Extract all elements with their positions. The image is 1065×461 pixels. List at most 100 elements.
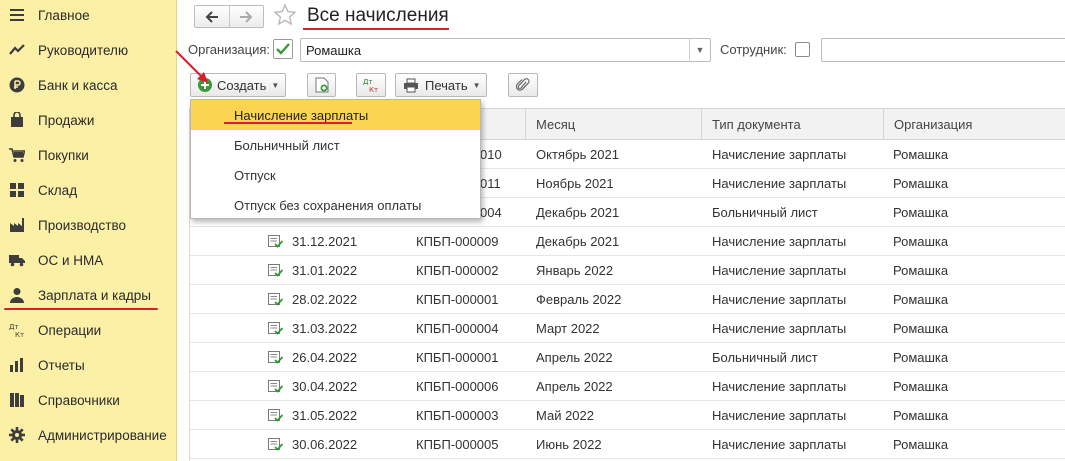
sidebar-item-references[interactable]: Справочники (0, 385, 177, 415)
attach-button[interactable] (508, 73, 538, 97)
sidebar-item-payroll[interactable]: Зарплата и кадры (0, 280, 177, 310)
back-button[interactable] (195, 6, 229, 27)
sidebar-item-label: Руководителю (38, 42, 129, 58)
table-row[interactable]: 30.06.2022 КПБП-000005 Июнь 2022 Начисление… (190, 430, 1065, 459)
annotation-underline (303, 28, 449, 30)
sidebar-item-manager[interactable]: Руководителю (0, 35, 177, 65)
forward-button[interactable] (228, 6, 264, 27)
new-document-icon (315, 77, 328, 93)
cell-doc-type: Начисление зарплаты (712, 147, 847, 162)
column-header-doc-type[interactable]: Тип документа (701, 109, 883, 140)
cell-organization: Ромашка (893, 379, 949, 394)
sidebar-item-label: Покупки (38, 147, 89, 163)
chevron-down-icon: ▼ (271, 80, 280, 90)
create-based-on-button[interactable] (307, 73, 336, 97)
column-header-organization[interactable]: Организация (883, 109, 1065, 140)
chevron-down-icon[interactable]: ▼ (689, 39, 710, 61)
sidebar-item-operations[interactable]: Дт Кт Операции (0, 315, 177, 345)
sidebar-item-warehouse[interactable]: Склад (0, 175, 177, 205)
menu-icon (10, 9, 24, 21)
cell-month: Февраль 2022 (536, 292, 622, 307)
gear-icon (9, 427, 25, 443)
sidebar-item-main[interactable]: Главное (0, 0, 177, 30)
cell-month: Июнь 2022 (536, 437, 602, 452)
sidebar-item-sales[interactable]: Продажи (0, 105, 177, 135)
table-row[interactable]: 31.05.2022 КПБП-000003 Май 2022 Начисление … (190, 401, 1065, 430)
cell-number: 004 (480, 205, 502, 220)
menu-item-vacation[interactable]: Отпуск (191, 160, 480, 190)
cell-doc-type: Начисление зарплаты (712, 408, 847, 423)
employee-label: Сотрудник: (720, 42, 787, 57)
sidebar-item-label: Операции (38, 322, 102, 338)
table-row[interactable]: 28.02.2022 КПБП-000001 Февраль 2022 Начисле… (190, 285, 1065, 314)
cell-doc-type: Начисление зарплаты (712, 437, 847, 452)
menu-item-payroll[interactable]: Начисление зарплаты (191, 100, 480, 130)
cell-number: КПБП-000006 (416, 379, 499, 394)
sidebar-item-purchases[interactable]: Покупки (0, 140, 177, 170)
cell-date: 31.03.2022 (292, 321, 358, 336)
postings-button[interactable]: Дт Кт (356, 73, 386, 97)
cell-month: Май 2022 (536, 408, 594, 423)
table-row[interactable]: 30.04.2022 КПБП-000006 Апрель 2022 Начислен… (190, 372, 1065, 401)
cell-doc-type: Начисление зарплаты (712, 263, 847, 278)
organization-field[interactable]: Ромашка ▼ (300, 38, 711, 62)
sidebar-item-fixed-assets[interactable]: ОС и НМА (0, 245, 177, 275)
column-header-month[interactable]: Месяц (525, 109, 701, 140)
cell-organization: Ромашка (893, 176, 949, 191)
cell-month: Январь 2022 (536, 263, 614, 278)
table-row[interactable]: 31.01.2022 КПБП-000002 Январь 2022 Начислен… (190, 256, 1065, 285)
document-posted-icon (268, 235, 283, 248)
sidebar-item-label: ОС и НМА (38, 252, 104, 268)
cell-doc-type: Начисление зарплаты (712, 292, 847, 307)
trend-icon (9, 44, 25, 55)
sidebar-item-production[interactable]: Производство (0, 210, 177, 240)
cell-month: Ноябрь 2021 (536, 176, 614, 191)
table-row[interactable]: 26.04.2022 КПБП-000001 Апрель 2022 Больничн… (190, 343, 1065, 372)
menu-item-unpaid-leave[interactable]: Отпуск без сохранения оплаты (191, 190, 480, 220)
create-button[interactable]: Создать ▼ (190, 73, 286, 97)
cell-date: 30.04.2022 (292, 379, 358, 394)
sidebar-item-admin[interactable]: Администрирование (0, 420, 177, 450)
employee-field[interactable] (821, 38, 1065, 62)
document-posted-icon (268, 438, 283, 451)
printer-icon (404, 78, 418, 92)
chevron-down-icon: ▼ (472, 80, 481, 90)
cell-month: Декабрь 2021 (536, 205, 620, 220)
cell-organization: Ромашка (893, 147, 949, 162)
page-title: Все начисления (307, 5, 449, 26)
factory-icon (10, 218, 24, 232)
table-row[interactable]: 31.12.2021 КПБП-000009 Декабрь 2021 Начисле… (190, 227, 1065, 256)
organization-checkbox[interactable] (273, 39, 293, 59)
document-posted-icon (268, 293, 283, 306)
menu-item-sick-leave[interactable]: Больничный лист (191, 130, 480, 160)
employee-checkbox[interactable] (795, 42, 810, 57)
arrow-left-icon (205, 10, 218, 23)
sidebar-item-bank[interactable]: Банк и касса (0, 70, 177, 100)
favorite-star-icon[interactable] (273, 3, 297, 27)
cell-doc-type: Начисление зарплаты (712, 379, 847, 394)
cell-number: 011 (480, 176, 501, 191)
cell-date: 28.02.2022 (292, 292, 358, 307)
print-button[interactable]: Печать ▼ (395, 73, 487, 97)
svg-text:Кт: Кт (15, 331, 24, 338)
sidebar-item-label: Справочники (38, 392, 120, 408)
sidebar-item-reports[interactable]: Отчеты (0, 350, 177, 380)
books-icon (10, 393, 24, 407)
history-nav (194, 5, 264, 28)
cell-date: 31.01.2022 (292, 263, 358, 278)
paperclip-icon (516, 78, 530, 91)
main-content: Все начисления Организация: Ромашка ▼ Со… (178, 0, 1065, 461)
cell-number: КПБП-000005 (416, 437, 499, 452)
table-row[interactable]: 31.03.2022 КПБП-000004 Март 2022 Начисление… (190, 314, 1065, 343)
cell-number: КПБП-000001 (416, 292, 499, 307)
cell-doc-type: Начисление зарплаты (712, 234, 847, 249)
cell-organization: Ромашка (893, 437, 949, 452)
sidebar-item-label: Главное (38, 7, 90, 23)
annotation-underline (224, 122, 352, 124)
cart-icon (9, 148, 25, 162)
cell-doc-type: Больничный лист (712, 205, 818, 220)
cell-month: Апрель 2022 (536, 350, 613, 365)
cell-date: 31.12.2021 (292, 234, 358, 249)
sidebar-item-label: Администрирование (38, 427, 167, 443)
sidebar-item-label: Производство (38, 217, 127, 233)
